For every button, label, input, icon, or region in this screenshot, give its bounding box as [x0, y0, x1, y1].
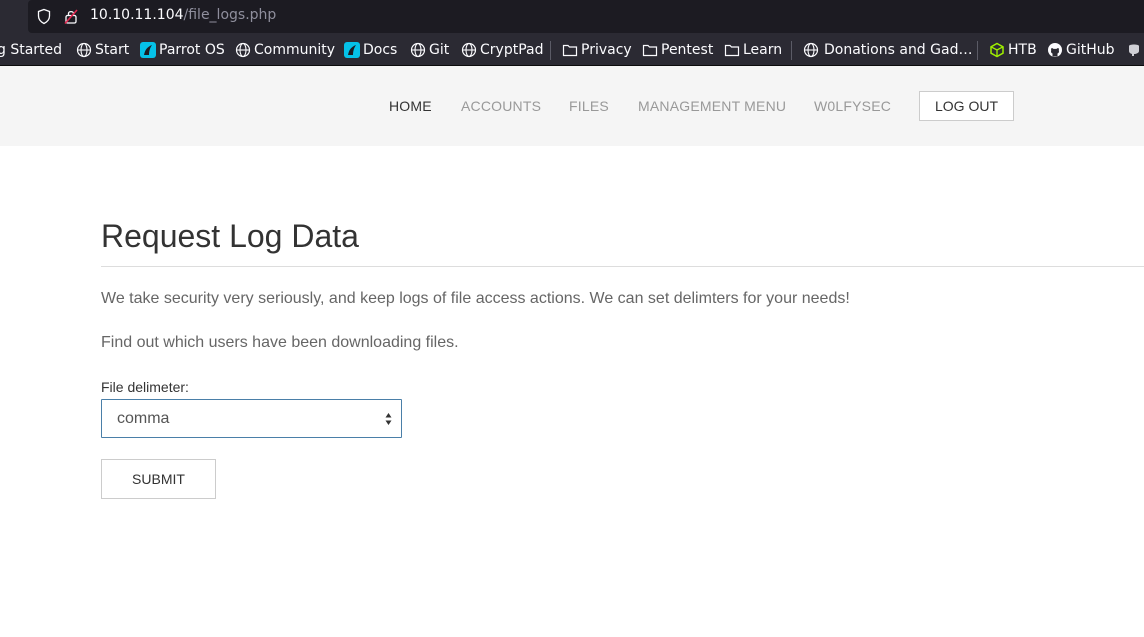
delimiter-label: File delimeter: [101, 379, 189, 395]
bookmark-folder-privacy[interactable]: Privacy [562, 33, 632, 65]
nav-user[interactable]: W0LFYSEC [814, 98, 891, 114]
bookmark-label: Community [254, 41, 336, 58]
hint-text: Find out which users have been downloadi… [101, 334, 459, 351]
bookmark-separator [977, 41, 978, 60]
parrot-icon [344, 41, 360, 58]
select-arrows-icon [385, 413, 392, 425]
globe-icon [410, 42, 426, 57]
site-navbar: HOME ACCOUNTS FILES MANAGEMENT MENU W0LF… [0, 66, 1144, 146]
bookmark-label: Donations and Gad… [824, 41, 973, 58]
bookmark-community[interactable]: Community [235, 33, 336, 65]
bookmark-docs[interactable]: Docs [344, 33, 398, 65]
logout-button[interactable]: LOG OUT [919, 91, 1014, 121]
generic-site-icon [1129, 44, 1139, 56]
folder-icon [724, 44, 740, 56]
bookmark-parrot-os[interactable]: Parrot OS [140, 33, 225, 65]
delimiter-select[interactable]: comma [101, 399, 402, 438]
folder-icon [642, 44, 658, 56]
bookmark-htb[interactable]: HTB [989, 33, 1037, 65]
bookmark-donations[interactable]: Donations and Gad… [803, 33, 973, 65]
bookmark-label: Start [95, 41, 130, 58]
bookmark-cryptpad[interactable]: CryptPad [461, 33, 544, 65]
bookmark-folder-learn[interactable]: Learn [724, 33, 783, 65]
globe-icon [461, 42, 477, 57]
github-icon [1048, 42, 1062, 57]
bookmark-label: GitHub [1066, 41, 1115, 58]
bookmark-label: Learn [743, 41, 783, 58]
title-divider [101, 266, 1144, 267]
bookmark-label: Privacy [581, 41, 632, 58]
bookmark-github[interactable]: GitHub [1047, 33, 1115, 65]
bookmark-getting-started[interactable]: g Started [0, 33, 63, 65]
bookmark-label: Git [429, 41, 450, 58]
bookmark-label: Parrot OS [159, 41, 225, 58]
bookmark-separator [550, 41, 551, 60]
url-text[interactable]: 10.10.11.104/file_logs.php [90, 7, 276, 23]
globe-icon [235, 42, 251, 57]
url-path: /file_logs.php [183, 7, 277, 23]
bookmark-label: g Started [0, 41, 63, 58]
browser-url-bar: 10.10.11.104/file_logs.php [0, 0, 1144, 33]
url-host: 10.10.11.104 [90, 7, 184, 23]
htb-cube-icon [990, 42, 1004, 57]
bookmark-label: Pentest [661, 41, 714, 58]
bookmark-start[interactable]: Start [76, 33, 130, 65]
globe-icon [76, 42, 92, 57]
shield-icon[interactable] [36, 8, 52, 25]
bookmark-git[interactable]: Git [410, 33, 450, 65]
bookmarks-toolbar: g Started Start Parrot OS Community Docs… [0, 33, 1144, 66]
intro-text: We take security very seriously, and kee… [101, 290, 850, 307]
insecure-lock-icon[interactable] [63, 8, 79, 25]
globe-icon [803, 42, 819, 57]
bookmark-label: HTB [1008, 41, 1037, 58]
parrot-icon [140, 41, 156, 58]
bookmark-label: Docs [363, 41, 398, 58]
nav-management-menu[interactable]: MANAGEMENT MENU [638, 98, 786, 114]
folder-icon [562, 44, 578, 56]
submit-button[interactable]: SUBMIT [101, 459, 216, 499]
nav-files[interactable]: FILES [569, 98, 609, 114]
page-title: Request Log Data [101, 218, 359, 254]
nav-accounts[interactable]: ACCOUNTS [461, 98, 541, 114]
bookmark-folder-pentest[interactable]: Pentest [642, 33, 714, 65]
bookmark-overflow-partial[interactable] [1126, 33, 1144, 65]
bookmark-label: CryptPad [480, 41, 544, 58]
bookmark-separator [791, 41, 792, 60]
nav-home[interactable]: HOME [389, 98, 432, 114]
delimiter-selected-value: comma [117, 410, 170, 427]
